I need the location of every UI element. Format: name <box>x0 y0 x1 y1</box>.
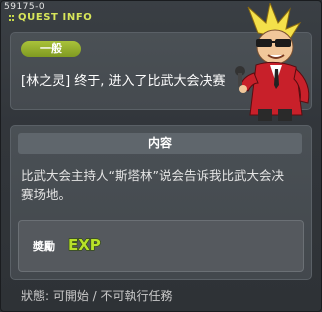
description-line: 比武大会主持人“斯塔林”说会告诉我比武大会决 <box>21 168 284 183</box>
reward-label: 奬勵 <box>33 240 55 253</box>
title-bullet-icon <box>9 15 15 21</box>
quest-details-panel: 内容 比武大会主持人“斯塔林”说会告诉我比武大会决 赛场地。 奬勵 EXP <box>10 125 312 280</box>
category-tag: 一般 <box>21 41 81 57</box>
reward-box: 奬勵 EXP <box>18 220 304 272</box>
section-header-content: 内容 <box>18 133 302 154</box>
quest-description: 比武大会主持人“斯塔林”说会告诉我比武大会决 赛场地。 <box>21 166 305 204</box>
quest-title: [林之灵] 终于, 进入了比武大会决赛 <box>21 74 226 89</box>
quest-id: 59175-0 <box>4 2 46 12</box>
npc-portrait <box>235 3 310 121</box>
quest-info-window: 59175-0 QUEST INFO 一般 [林之灵] 终于, 进入了比武大会决… <box>0 0 322 312</box>
quest-status: 狀態: 可開始 / 不可執行任務 <box>21 289 173 303</box>
window-title: QUEST INFO <box>18 12 93 23</box>
description-line: 赛场地。 <box>21 187 72 202</box>
exp-icon-label: EXP <box>68 236 101 254</box>
exp-icon: EXP <box>67 235 101 254</box>
